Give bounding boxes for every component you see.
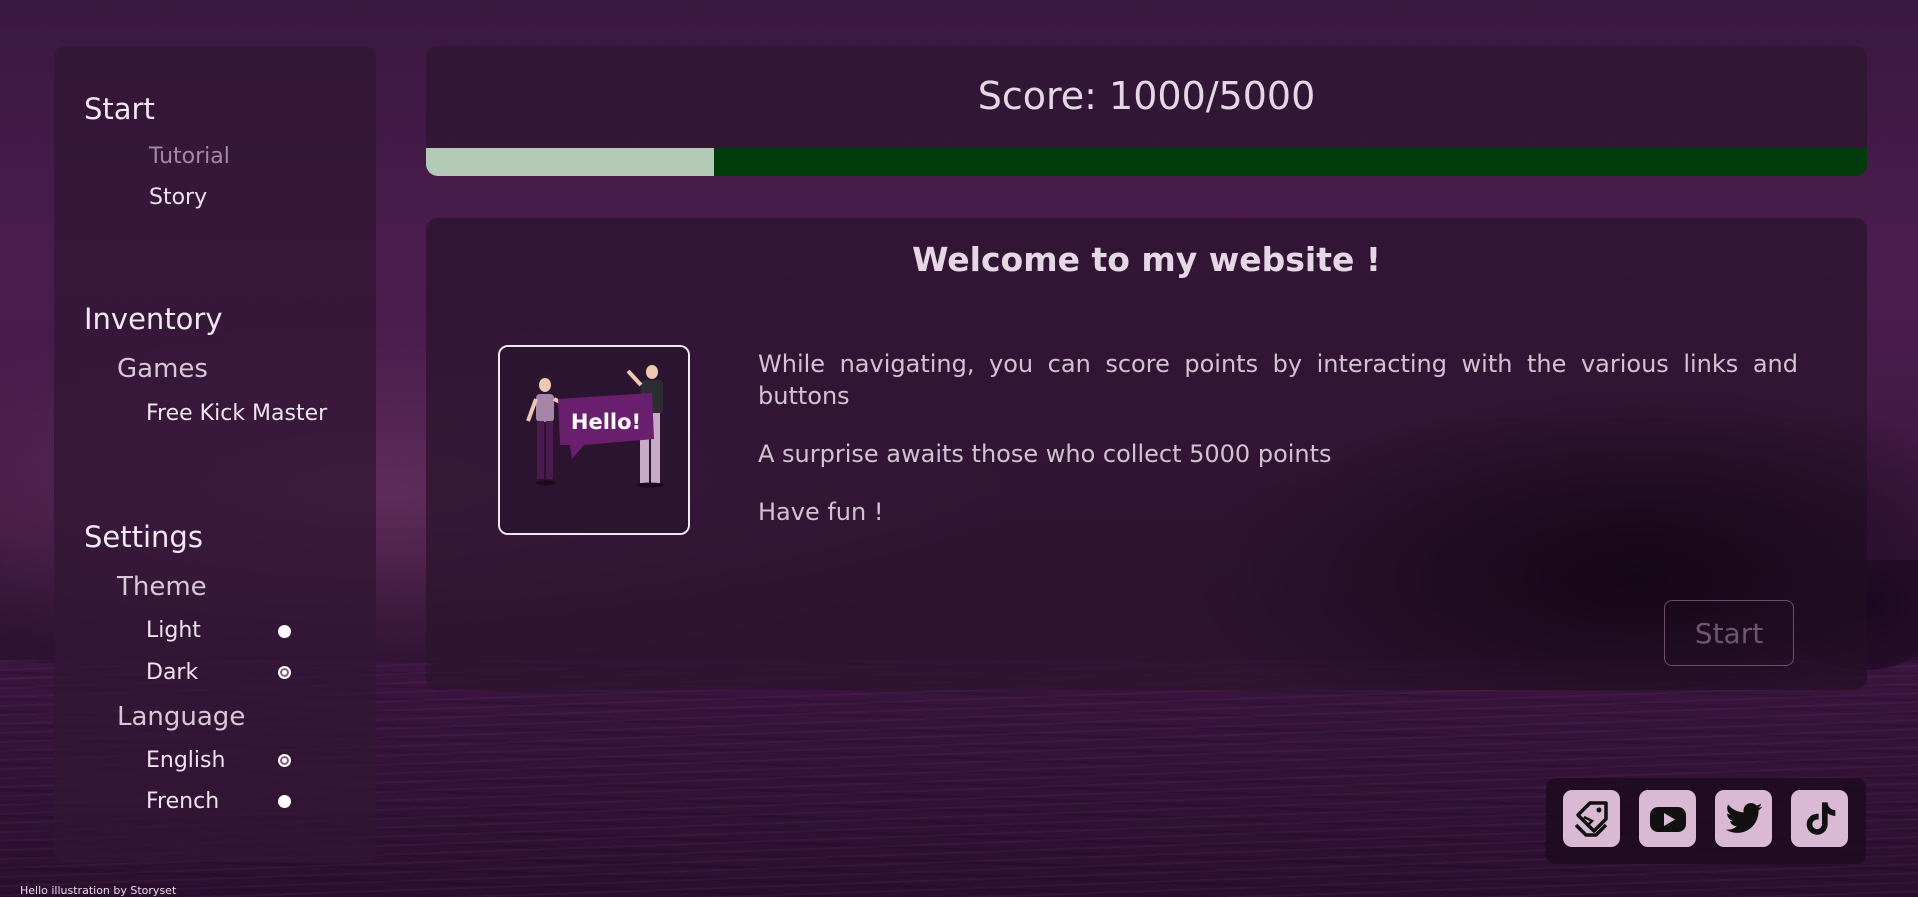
sidebar-item-tutorial[interactable]: Tutorial [149, 144, 230, 169]
score-progress-bar [426, 148, 1867, 176]
language-french-radio[interactable] [278, 795, 291, 808]
welcome-title: Welcome to my website ! [912, 240, 1381, 279]
start-button[interactable]: Start [1664, 600, 1794, 666]
sidebar: Start Tutorial Story Inventory Games Fre… [54, 46, 376, 862]
sidebar-section-inventory[interactable]: Inventory [84, 302, 223, 336]
social-links [1546, 778, 1866, 864]
intro-paragraph-2: A surprise awaits those who collect 5000… [758, 440, 1332, 468]
tiktok-link-button[interactable] [1791, 790, 1848, 847]
tag-icon [1574, 800, 1608, 837]
sidebar-item-story[interactable]: Story [149, 185, 207, 210]
theme-dark-radio[interactable] [278, 666, 291, 679]
sidebar-section-settings: Settings [84, 520, 203, 554]
theme-option-dark-label[interactable]: Dark [146, 660, 198, 685]
score-label: Score: 1000/5000 [977, 74, 1316, 118]
intro-paragraph-3: Have fun ! [758, 498, 884, 526]
language-option-english-label[interactable]: English [146, 748, 225, 773]
score-progress-fill [426, 148, 715, 176]
sidebar-subsection-theme: Theme [117, 572, 207, 602]
theme-option-light-label[interactable]: Light [146, 618, 201, 643]
illustration-credit[interactable]: Hello illustration by Storyset [20, 884, 176, 897]
hello-illustration-image: Hello! [500, 347, 688, 533]
twitter-icon [1725, 802, 1762, 833]
theme-light-radio[interactable] [278, 625, 291, 638]
sidebar-item-free-kick-master[interactable]: Free Kick Master [146, 401, 327, 426]
youtube-icon [1649, 806, 1686, 832]
sidebar-subsection-language: Language [117, 702, 246, 732]
tag-link-button[interactable] [1563, 790, 1620, 847]
language-option-french-label[interactable]: French [146, 789, 219, 814]
welcome-panel: Welcome to my website ! Hello! While nav… [426, 218, 1867, 690]
score-panel: Score: 1000/5000 [426, 46, 1867, 176]
sidebar-subsection-games[interactable]: Games [117, 354, 208, 384]
sidebar-section-start[interactable]: Start [84, 92, 155, 126]
youtube-link-button[interactable] [1639, 790, 1696, 847]
language-english-radio[interactable] [278, 754, 291, 767]
twitter-link-button[interactable] [1715, 790, 1772, 847]
tiktok-icon [1806, 801, 1835, 835]
illustration-hello-text: Hello! [571, 410, 641, 434]
hello-illustration: Hello! [498, 345, 690, 535]
intro-paragraph-1: While navigating, you can score points b… [758, 350, 1798, 410]
